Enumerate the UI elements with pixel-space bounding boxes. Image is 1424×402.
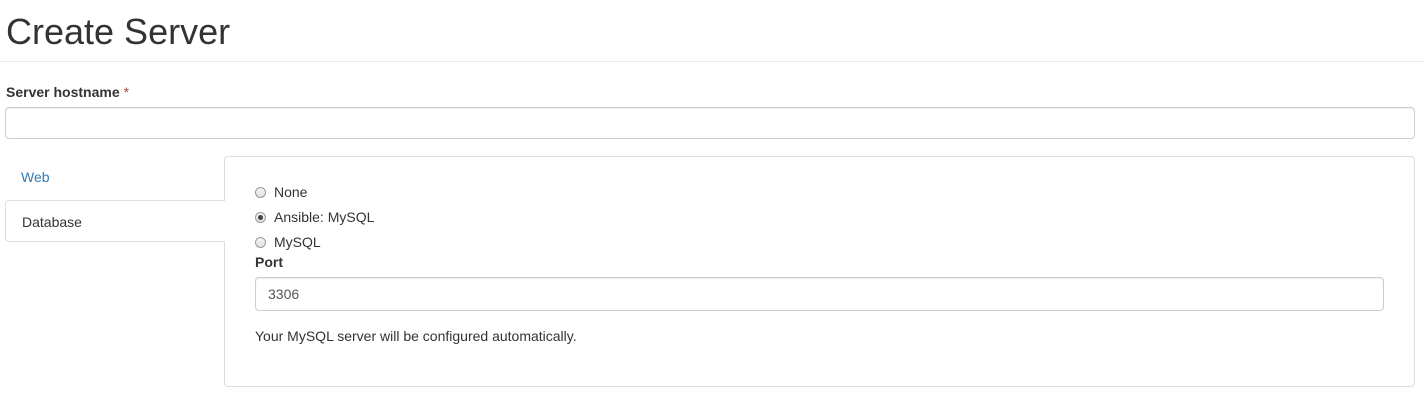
title-divider (0, 61, 1424, 62)
radio-option-none[interactable]: None (255, 182, 307, 202)
port-input[interactable] (255, 277, 1384, 311)
tab-web[interactable]: Web (5, 156, 225, 198)
required-marker: * (123, 84, 130, 100)
radio-ansible-mysql[interactable] (255, 211, 266, 223)
port-label: Port (255, 254, 283, 270)
page-title: Create Server (6, 11, 231, 52)
tab-web-label: Web (21, 169, 50, 185)
radio-none-label: None (274, 184, 308, 200)
help-text: Your MySQL server will be configured aut… (255, 328, 577, 344)
hostname-label-text: Server hostname (6, 84, 120, 100)
tab-database-label: Database (22, 214, 82, 230)
radio-option-ansible-mysql[interactable]: Ansible: MySQL (255, 207, 374, 227)
hostname-input[interactable] (5, 107, 1415, 139)
hostname-label: Server hostname * (6, 84, 129, 100)
radio-ansible-mysql-label: Ansible: MySQL (274, 209, 375, 225)
radio-none[interactable] (255, 186, 266, 198)
radio-mysql[interactable] (255, 236, 266, 248)
database-panel (224, 156, 1415, 387)
radio-mysql-label: MySQL (274, 234, 321, 250)
tab-database[interactable]: Database (5, 200, 225, 242)
radio-option-mysql[interactable]: MySQL (255, 232, 321, 252)
